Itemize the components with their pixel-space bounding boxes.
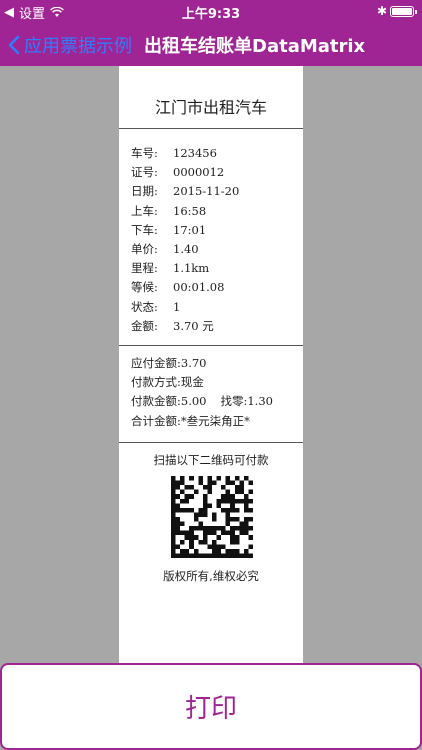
- taxi-receipt: 江门市出租汽车 车号: 123456 证号: 0000012 日期: 2015-11-…: [119, 66, 303, 666]
- navigation-bar: 应用票据示例 出租车结账单DataMatrix: [0, 22, 422, 66]
- copyright-note: 版权所有,维权必究: [163, 569, 259, 583]
- payment-paid-row: 付款金额:5.00 找零:1.30: [131, 392, 273, 411]
- receipt-divider: [119, 345, 303, 346]
- trip-row: 上车: 16:58: [131, 203, 207, 218]
- battery-icon: [390, 5, 417, 17]
- app-screen: ◀ 设置 上午9:33 ✱ 应用票据示例 出租车结账单DataMatrix 江门…: [0, 0, 422, 750]
- chevron-left-icon: [8, 35, 20, 55]
- trip-row: 等候: 00:01.08: [131, 280, 225, 295]
- payment-method: 付款方式:现金: [131, 375, 204, 390]
- datamatrix-code: [171, 476, 253, 558]
- payment-details: 应付金额:3.70 付款方式:现金 付款金额:5.00 找零:1.30 合计金额:…: [131, 354, 273, 431]
- trip-row: 状态: 1: [131, 299, 181, 314]
- trip-row: 证号: 0000012: [131, 165, 225, 180]
- receipt-divider: [119, 128, 303, 129]
- scan-hint: 扫描以下二维码可付款: [153, 453, 269, 467]
- status-bar: ◀ 设置 上午9:33 ✱: [0, 0, 422, 22]
- payment-due: 应付金额:3.70: [131, 356, 207, 370]
- status-right: ✱: [376, 4, 417, 18]
- print-button[interactable]: 打印: [0, 663, 422, 750]
- receipt-divider: [119, 442, 303, 443]
- receipt-title: 江门市出租汽车: [154, 98, 267, 117]
- bluetooth-icon: ✱: [376, 4, 387, 18]
- trip-row: 金额: 3.70 元: [131, 318, 214, 333]
- trip-row: 日期: 2015-11-20: [131, 184, 240, 199]
- status-time: 上午9:33: [181, 7, 241, 22]
- trip-row: 单价: 1.40: [131, 241, 199, 256]
- trip-row: 下车: 17:01: [131, 222, 207, 237]
- trip-row: 车号: 123456: [131, 146, 217, 160]
- back-button[interactable]: 应用票据示例: [8, 32, 132, 58]
- trip-details: 车号: 123456 证号: 0000012 日期: 2015-11-20 上车: 16…: [131, 144, 239, 336]
- payment-change: 找零:1.30: [220, 394, 273, 409]
- back-button-label: 应用票据示例: [24, 36, 132, 57]
- payment-paid: 付款金额:5.00: [131, 394, 207, 409]
- trip-row: 里程: 1.1km: [131, 261, 210, 276]
- payment-total: 合计金额:*叁元柒角正*: [131, 413, 250, 428]
- page-title: 出租车结账单DataMatrix: [144, 36, 366, 57]
